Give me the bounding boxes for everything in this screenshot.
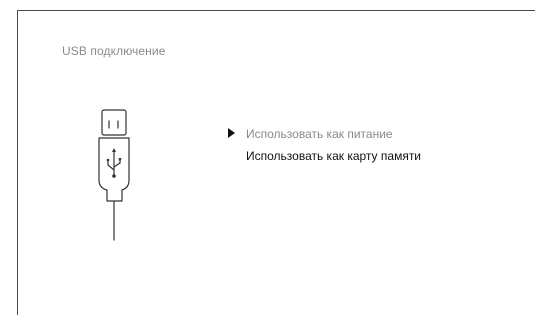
- menu-item-label: Использовать как карту памяти: [246, 149, 422, 163]
- menu-item-label: Использовать как питание: [246, 127, 393, 141]
- triangle-right-icon: [228, 128, 235, 138]
- menu-item-memory-card[interactable]: Использовать как карту памяти: [228, 148, 421, 170]
- screen-title: USB подключение: [62, 44, 166, 58]
- usb-options-menu: Использовать как питание Использовать ка…: [228, 126, 421, 170]
- usb-plug-icon: [98, 109, 130, 241]
- menu-item-power[interactable]: Использовать как питание: [228, 126, 421, 148]
